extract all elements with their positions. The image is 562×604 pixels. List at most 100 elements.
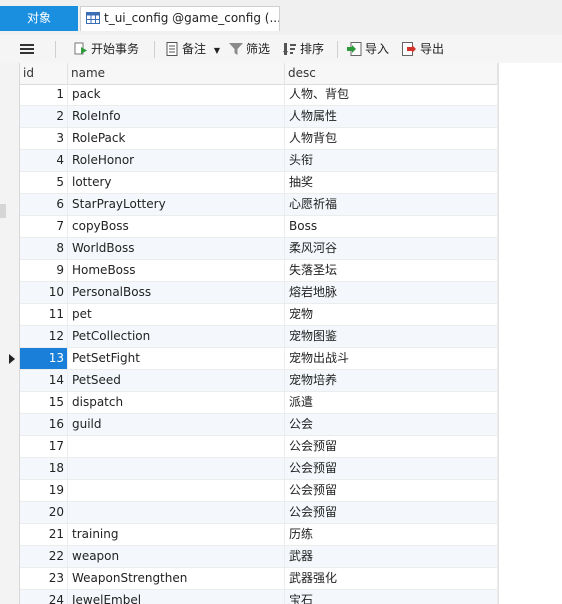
column-header-desc[interactable]: desc xyxy=(285,63,498,84)
cell-name[interactable]: training xyxy=(68,524,285,545)
cell-desc[interactable]: 失落圣坛 xyxy=(285,260,498,281)
dropdown-arrow-icon[interactable]: ▼ xyxy=(214,46,220,55)
table-row[interactable]: 14 PetSeed 宠物培养 xyxy=(20,370,498,392)
cell-id[interactable]: 18 xyxy=(20,458,68,479)
cell-desc[interactable]: 人物、背包 xyxy=(285,84,498,105)
cell-desc[interactable]: Boss xyxy=(285,216,498,237)
table-row[interactable]: 24 JewelEmbel 宝石 xyxy=(20,590,498,604)
cell-id[interactable]: 20 xyxy=(20,502,68,523)
cell-name[interactable]: PetSetFight xyxy=(68,348,285,369)
table-row[interactable]: 20 公会预留 xyxy=(20,502,498,524)
cell-desc[interactable]: 派遣 xyxy=(285,392,498,413)
cell-desc[interactable]: 宝石 xyxy=(285,590,498,604)
table-row[interactable]: 17 公会预留 xyxy=(20,436,498,458)
cell-name[interactable]: copyBoss xyxy=(68,216,285,237)
import-button[interactable]: 导入 xyxy=(347,35,389,63)
cell-desc[interactable]: 宠物图鉴 xyxy=(285,326,498,347)
cell-id[interactable]: 12 xyxy=(20,326,68,347)
sort-button[interactable]: 排序 xyxy=(283,35,324,63)
tab-objects[interactable]: 对象 xyxy=(0,6,78,31)
cell-name[interactable]: pack xyxy=(68,84,285,105)
cell-desc[interactable]: 熔岩地脉 xyxy=(285,282,498,303)
cell-name[interactable]: pet xyxy=(68,304,285,325)
cell-name[interactable] xyxy=(68,480,285,501)
cell-desc[interactable]: 宠物 xyxy=(285,304,498,325)
cell-id[interactable]: 5 xyxy=(20,172,68,193)
cell-desc[interactable]: 武器 xyxy=(285,546,498,567)
column-header-id[interactable]: id xyxy=(20,63,68,84)
cell-desc[interactable]: 历练 xyxy=(285,524,498,545)
cell-id[interactable]: 4 xyxy=(20,150,68,171)
cell-id[interactable]: 16 xyxy=(20,414,68,435)
table-row[interactable]: 22 weapon 武器 xyxy=(20,546,498,568)
tab-table-t-ui-config[interactable]: t_ui_config @game_config (... xyxy=(80,6,280,31)
cell-desc[interactable]: 公会预留 xyxy=(285,458,498,479)
table-row[interactable]: 2 RoleInfo 人物属性 xyxy=(20,106,498,128)
cell-desc[interactable]: 公会 xyxy=(285,414,498,435)
table-row[interactable]: 10 PersonalBoss 熔岩地脉 xyxy=(20,282,498,304)
column-header-name[interactable]: name xyxy=(68,63,285,84)
filter-button[interactable]: 筛选 xyxy=(229,35,270,63)
cell-name[interactable]: RoleHonor xyxy=(68,150,285,171)
note-button[interactable]: 备注 ▼ xyxy=(166,35,220,63)
cell-desc[interactable]: 抽奖 xyxy=(285,172,498,193)
cell-name[interactable]: PersonalBoss xyxy=(68,282,285,303)
cell-desc[interactable]: 宠物培养 xyxy=(285,370,498,391)
table-row[interactable]: 3 RolePack 人物背包 xyxy=(20,128,498,150)
cell-id[interactable]: 11 xyxy=(20,304,68,325)
cell-id[interactable]: 15 xyxy=(20,392,68,413)
cell-name[interactable]: RoleInfo xyxy=(68,106,285,127)
cell-id[interactable]: 14 xyxy=(20,370,68,391)
cell-id[interactable]: 10 xyxy=(20,282,68,303)
table-row[interactable]: 8 WorldBoss 柔风河谷 xyxy=(20,238,498,260)
table-row[interactable]: 1 pack 人物、背包 xyxy=(20,84,498,106)
cell-id[interactable]: 7 xyxy=(20,216,68,237)
cell-desc[interactable]: 柔风河谷 xyxy=(285,238,498,259)
cell-id[interactable]: 8 xyxy=(20,238,68,259)
cell-id[interactable]: 24 xyxy=(20,590,68,604)
splitter-handle[interactable] xyxy=(0,204,6,218)
table-row[interactable]: 4 RoleHonor 头衔 xyxy=(20,150,498,172)
table-row[interactable]: 19 公会预留 xyxy=(20,480,498,502)
table-row[interactable]: 18 公会预留 xyxy=(20,458,498,480)
cell-name[interactable]: StarPrayLottery xyxy=(68,194,285,215)
cell-desc[interactable]: 宠物出战斗 xyxy=(285,348,498,369)
export-button[interactable]: 导出 xyxy=(402,35,444,63)
menu-button[interactable] xyxy=(20,35,37,63)
cell-name[interactable]: WeaponStrengthen xyxy=(68,568,285,589)
cell-name[interactable]: PetCollection xyxy=(68,326,285,347)
cell-name[interactable] xyxy=(68,458,285,479)
cell-desc[interactable]: 公会预留 xyxy=(285,480,498,501)
table-row[interactable]: 23 WeaponStrengthen 武器强化 xyxy=(20,568,498,590)
cell-id[interactable]: 23 xyxy=(20,568,68,589)
cell-desc[interactable]: 人物背包 xyxy=(285,128,498,149)
cell-id[interactable]: 22 xyxy=(20,546,68,567)
cell-id[interactable]: 19 xyxy=(20,480,68,501)
cell-name[interactable]: HomeBoss xyxy=(68,260,285,281)
cell-desc[interactable]: 人物属性 xyxy=(285,106,498,127)
cell-name[interactable]: WorldBoss xyxy=(68,238,285,259)
cell-id[interactable]: 2 xyxy=(20,106,68,127)
cell-desc[interactable]: 公会预留 xyxy=(285,502,498,523)
cell-name[interactable]: JewelEmbel xyxy=(68,590,285,604)
cell-name[interactable] xyxy=(68,502,285,523)
table-row[interactable]: 6 StarPrayLottery 心愿祈福 xyxy=(20,194,498,216)
cell-name[interactable]: lottery xyxy=(68,172,285,193)
cell-id[interactable]: 17 xyxy=(20,436,68,457)
cell-name[interactable]: weapon xyxy=(68,546,285,567)
cell-name[interactable]: RolePack xyxy=(68,128,285,149)
cell-id[interactable]: 1 xyxy=(20,84,68,105)
cell-name[interactable]: guild xyxy=(68,414,285,435)
table-row[interactable]: 15 dispatch 派遣 xyxy=(20,392,498,414)
begin-transaction-button[interactable]: 开始事务 xyxy=(74,35,139,63)
cell-desc[interactable]: 头衔 xyxy=(285,150,498,171)
table-row[interactable]: 11 pet 宠物 xyxy=(20,304,498,326)
cell-name[interactable] xyxy=(68,436,285,457)
table-row[interactable]: 13 PetSetFight 宠物出战斗 xyxy=(9,348,498,370)
cell-desc[interactable]: 公会预留 xyxy=(285,436,498,457)
table-row[interactable]: 5 lottery 抽奖 xyxy=(20,172,498,194)
cell-desc[interactable]: 武器强化 xyxy=(285,568,498,589)
cell-id[interactable]: 3 xyxy=(20,128,68,149)
cell-id[interactable]: 21 xyxy=(20,524,68,545)
table-row[interactable]: 9 HomeBoss 失落圣坛 xyxy=(20,260,498,282)
